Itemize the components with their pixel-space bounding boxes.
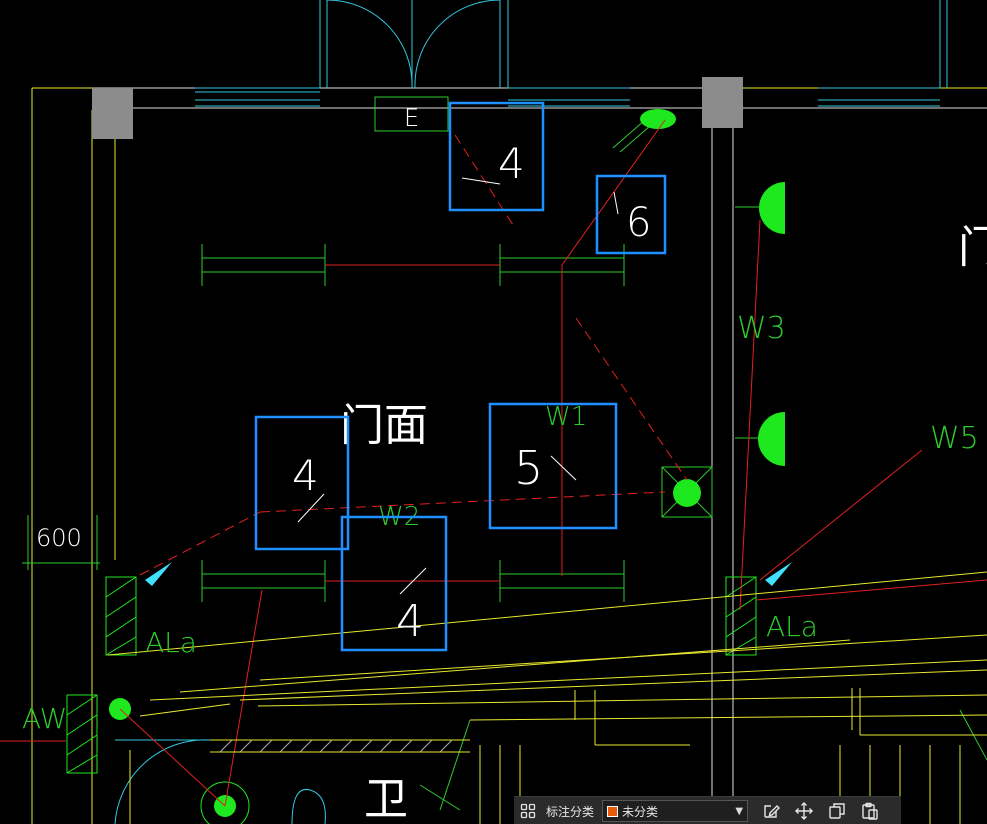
paste-icon[interactable] bbox=[853, 797, 886, 824]
bottom-glyph: 卫 bbox=[364, 774, 408, 824]
cad-drawing-canvas[interactable]: 门面 600 W1 W2 W3 W5 ALa ALa AW E 门 卫 4 6 … bbox=[0, 0, 987, 824]
markup-3[interactable]: 4 bbox=[254, 415, 350, 551]
markup-number: 4 bbox=[498, 139, 525, 188]
markup-box[interactable] bbox=[448, 101, 545, 212]
category-color-swatch bbox=[607, 805, 619, 817]
stair-lines bbox=[107, 571, 987, 824]
column bbox=[702, 77, 743, 128]
dimension-label: 600 bbox=[36, 524, 82, 552]
markup-2[interactable]: 6 bbox=[595, 174, 667, 255]
chevron-down-icon[interactable]: ▼ bbox=[735, 806, 743, 817]
door-window-lines bbox=[114, 0, 948, 824]
markup-box[interactable] bbox=[340, 515, 448, 652]
outlet-label: E bbox=[404, 104, 419, 132]
cad-viewport[interactable]: 门面 600 W1 W2 W3 W5 ALa ALa AW E 门 卫 4 6 … bbox=[0, 0, 987, 824]
grid-icon[interactable] bbox=[514, 797, 542, 824]
fixture-symbols bbox=[109, 109, 785, 817]
stair-hatch bbox=[219, 739, 453, 753]
category-label: 标注分类 bbox=[546, 804, 595, 819]
markup-number: 6 bbox=[626, 200, 651, 246]
markup-number: 4 bbox=[396, 596, 424, 647]
panel-label-right: ALa bbox=[766, 610, 818, 643]
light-fixtures bbox=[22, 119, 987, 824]
wire-label-w3: W3 bbox=[737, 311, 786, 346]
category-value: 未分类 bbox=[622, 804, 659, 819]
markup-slash bbox=[613, 191, 619, 215]
markup-slash bbox=[461, 177, 501, 185]
outer-wall-lines bbox=[31, 87, 987, 824]
markup-number: 4 bbox=[292, 451, 319, 500]
category-select[interactable]: 未分类 ▼ bbox=[602, 800, 749, 822]
panel-label-aw: AW bbox=[22, 702, 67, 735]
markup-slash bbox=[550, 455, 577, 481]
column bbox=[92, 88, 133, 139]
wire-label-w1: W1 bbox=[545, 402, 587, 432]
markup-toolbar: 标注分类 未分类 ▼ bbox=[514, 796, 901, 824]
side-glyph: 门 bbox=[958, 222, 987, 273]
wiring-solid bbox=[0, 119, 987, 807]
move-icon[interactable] bbox=[787, 797, 820, 824]
markup-5[interactable]: 4 bbox=[340, 515, 448, 652]
markup-number: 5 bbox=[514, 441, 543, 495]
room-label: 门面 bbox=[340, 400, 428, 451]
wire-label-w5: W5 bbox=[930, 421, 979, 456]
edit-icon[interactable] bbox=[754, 797, 787, 824]
panel-label-left: ALa bbox=[145, 626, 197, 659]
copy-icon[interactable] bbox=[820, 797, 853, 824]
markup-1[interactable]: 4 bbox=[448, 101, 545, 212]
